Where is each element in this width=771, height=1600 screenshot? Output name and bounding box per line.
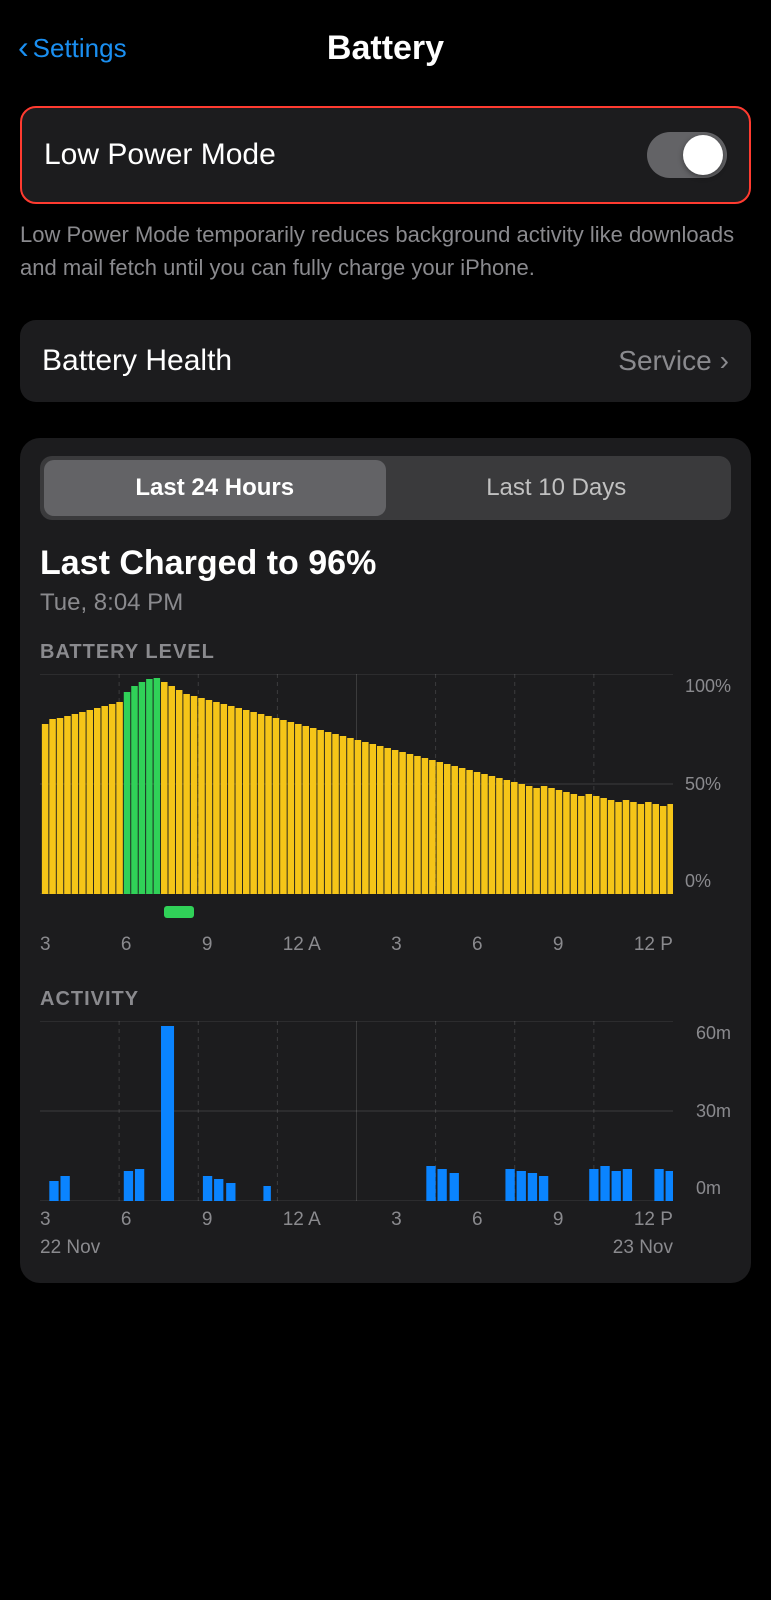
service-label: Service	[618, 345, 711, 377]
x-label-9pm: 9	[553, 934, 564, 956]
x-label-9am: 9	[202, 934, 213, 956]
battery-health-right: Service ›	[618, 345, 729, 377]
battery-level-section-label: BATTERY LEVEL	[40, 641, 731, 664]
battery-level-chart	[40, 674, 673, 894]
back-label: Settings	[33, 33, 127, 64]
low-power-mode-label: Low Power Mode	[44, 138, 276, 172]
charge-title: Last Charged to 96%	[40, 544, 731, 583]
chevron-right-icon: ›	[720, 345, 729, 377]
y-label-60m: 60m	[696, 1023, 731, 1044]
activity-chart	[40, 1021, 673, 1201]
act-x-9am: 9	[202, 1209, 213, 1231]
battery-x-labels: 3 6 9 12 A 3 6 9 12 P	[40, 934, 731, 956]
act-x-3pm: 3	[391, 1209, 402, 1231]
x-label-6am: 6	[121, 934, 132, 956]
x-label-6pm: 6	[472, 934, 483, 956]
act-x-12a: 12 A	[283, 1209, 321, 1231]
back-chevron-icon: ‹	[18, 31, 29, 63]
toggle-knob	[683, 135, 723, 175]
low-power-mode-toggle[interactable]	[647, 132, 727, 178]
charge-subtitle: Tue, 8:04 PM	[40, 589, 731, 617]
back-button[interactable]: ‹ Settings	[18, 33, 127, 64]
charging-dot	[164, 906, 194, 918]
y-label-30m: 30m	[696, 1101, 731, 1122]
battery-health-label: Battery Health	[42, 344, 232, 378]
act-x-6am: 6	[121, 1209, 132, 1231]
y-label-0: 0%	[685, 871, 731, 892]
y-label-100: 100%	[685, 676, 731, 697]
tab-10d[interactable]: Last 10 Days	[386, 460, 728, 516]
battery-health-row[interactable]: Battery Health Service ›	[20, 320, 751, 402]
x-label-12p: 12 P	[634, 934, 673, 956]
y-label-0m: 0m	[696, 1178, 731, 1199]
chart-card: Last 24 Hours Last 10 Days Last Charged …	[20, 438, 751, 1283]
low-power-mode-description: Low Power Mode temporarily reduces backg…	[20, 218, 751, 284]
act-x-12p: 12 P	[634, 1209, 673, 1231]
tab-switcher[interactable]: Last 24 Hours Last 10 Days	[40, 456, 731, 520]
activity-y-labels: 60m 30m 0m	[696, 1021, 731, 1201]
x-label-3am: 3	[40, 934, 51, 956]
y-label-50: 50%	[685, 774, 731, 795]
act-x-9pm: 9	[553, 1209, 564, 1231]
tab-24h[interactable]: Last 24 Hours	[44, 460, 386, 516]
activity-section-label: ACTIVITY	[40, 988, 731, 1011]
date-labels: 22 Nov 23 Nov	[40, 1237, 731, 1259]
page-title: Battery	[327, 29, 444, 68]
low-power-mode-row[interactable]: Low Power Mode	[20, 106, 751, 204]
date-label-22nov: 22 Nov	[40, 1237, 100, 1259]
x-label-12a: 12 A	[283, 934, 321, 956]
x-label-3pm: 3	[391, 934, 402, 956]
act-x-3am: 3	[40, 1209, 51, 1231]
header: ‹ Settings Battery	[0, 0, 771, 88]
activity-x-labels: 3 6 9 12 A 3 6 9 12 P	[40, 1209, 731, 1231]
act-x-6pm: 6	[472, 1209, 483, 1231]
date-label-23nov: 23 Nov	[613, 1237, 673, 1259]
charging-indicator-row	[40, 902, 731, 930]
battery-level-y-labels: 100% 50% 0%	[685, 674, 731, 894]
